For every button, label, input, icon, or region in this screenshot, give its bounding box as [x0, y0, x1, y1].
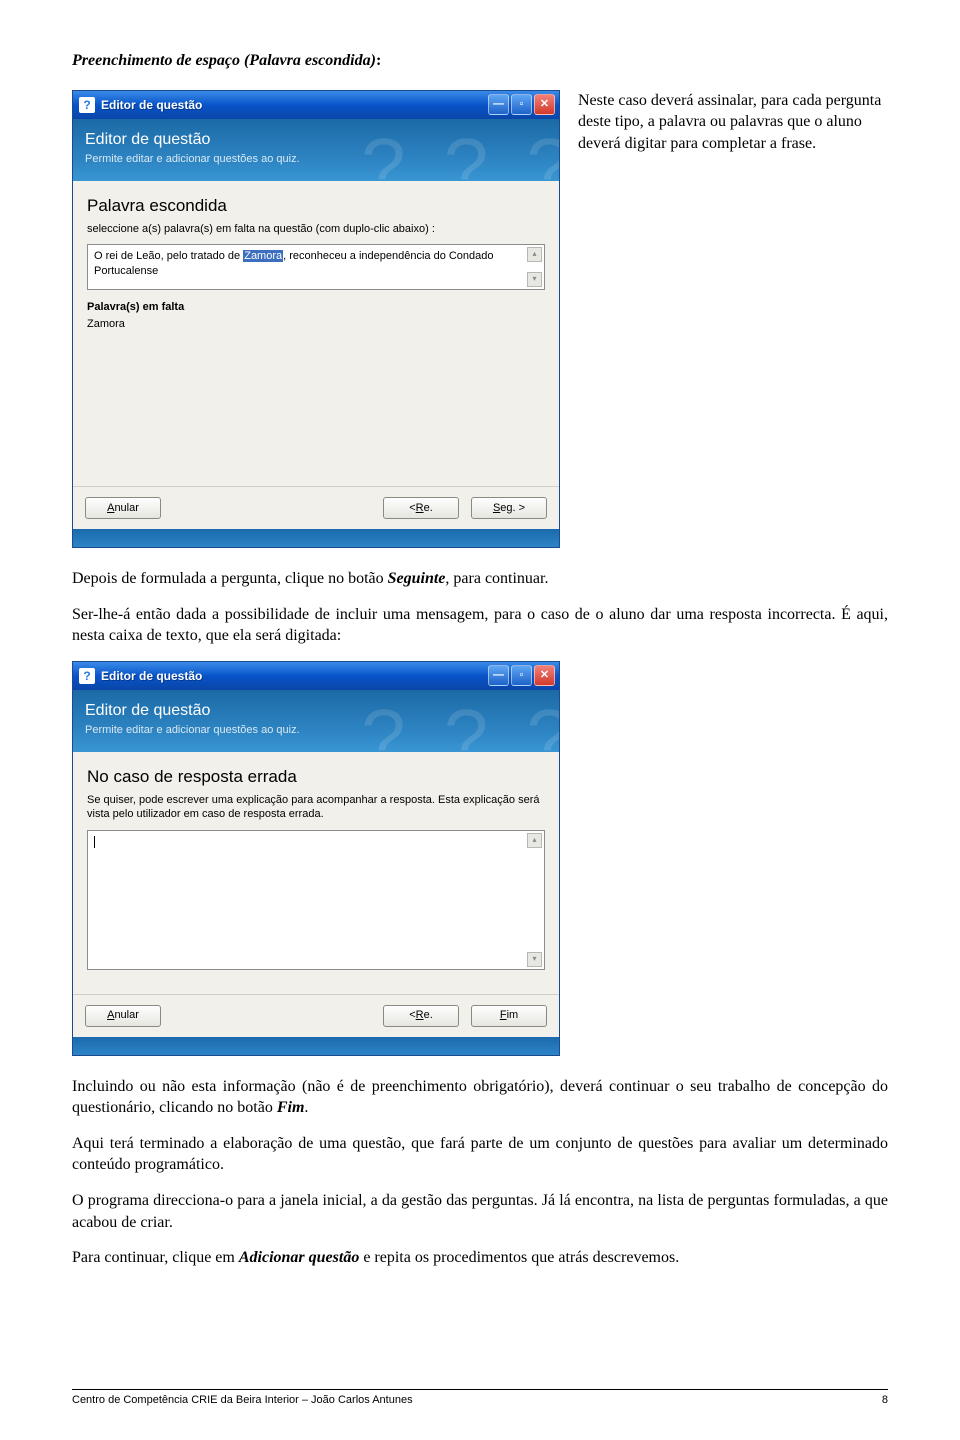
re-button[interactable]: < Re. [383, 497, 459, 519]
help-icon: ? [79, 668, 95, 684]
dialog1-titlebar[interactable]: ? Editor de questão — ▫ ✕ [73, 91, 559, 119]
intro-caption: Neste caso deverá assinalar, para cada p… [578, 90, 888, 155]
fim-emphasis: Fim [277, 1099, 305, 1116]
dialog2-heading: No caso de resposta errada [87, 766, 545, 789]
missing-words-label: Palavra(s) em falta [87, 300, 545, 315]
paragraph-after-win2-1: Incluindo ou não esta informação (não é … [72, 1076, 888, 1119]
close-button[interactable]: ✕ [534, 665, 555, 686]
question-text-highlight: Zamora [243, 250, 283, 262]
dialog1-title: Editor de questão [101, 97, 488, 113]
dialog2-banner-sub: Permite editar e adicionar questões ao q… [85, 723, 547, 738]
dialog2-title: Editor de questão [101, 668, 488, 684]
dialog2-titlebar[interactable]: ? Editor de questão — ▫ ✕ [73, 662, 559, 690]
dialog1-heading: Palavra escondida [87, 195, 545, 218]
question-text-pre: O rei de Leão, pelo tratado de [94, 250, 243, 262]
anular-button[interactable]: Anular [85, 1005, 161, 1027]
missing-words-value: Zamora [87, 317, 545, 332]
section-title-colon: : [376, 52, 381, 69]
paragraph-after-win1-2: Ser-lhe-á então dada a possibilidade de … [72, 604, 888, 647]
minimize-button[interactable]: — [488, 665, 509, 686]
page-footer: Centro de Competência CRIE da Beira Inte… [72, 1389, 888, 1408]
help-icon: ? [79, 97, 95, 113]
dialog1-instruction: seleccione a(s) palavra(s) em falta na q… [87, 222, 545, 236]
scrollbar[interactable]: ▴ ▾ [527, 833, 542, 967]
dialog-editor-questao-2: ? Editor de questão — ▫ ✕ Editor de ques… [72, 661, 560, 1056]
question-text-input[interactable]: O rei de Leão, pelo tratado de Zamora, r… [87, 244, 545, 290]
close-button[interactable]: ✕ [534, 94, 555, 115]
adicionar-questao-emphasis: Adicionar questão [239, 1249, 359, 1266]
seg-button[interactable]: Seg. > [471, 497, 547, 519]
re-button[interactable]: < Re. [383, 1005, 459, 1027]
paragraph-after-win2-2: Aqui terá terminado a elaboração de uma … [72, 1133, 888, 1176]
scroll-down-icon[interactable]: ▾ [527, 272, 542, 287]
scroll-up-icon[interactable]: ▴ [527, 833, 542, 848]
paragraph-after-win2-3: O programa direcciona-o para a janela in… [72, 1190, 888, 1233]
maximize-button[interactable]: ▫ [511, 665, 532, 686]
dialog2-button-row: Anular < Re. Fim [73, 994, 559, 1037]
dialog2-bottom-stripe [73, 1037, 559, 1055]
paragraph-after-win2-4: Para continuar, clique em Adicionar ques… [72, 1247, 888, 1269]
section-title: Preenchimento de espaço (Palavra escondi… [72, 50, 888, 72]
scroll-up-icon[interactable]: ▴ [527, 247, 542, 262]
dialog1-bottom-stripe [73, 529, 559, 547]
text-caret [94, 836, 95, 848]
anular-button[interactable]: Anular [85, 497, 161, 519]
fim-button[interactable]: Fim [471, 1005, 547, 1027]
page-number: 8 [882, 1393, 888, 1408]
dialog1-button-row: Anular < Re. Seg. > [73, 486, 559, 529]
maximize-button[interactable]: ▫ [511, 94, 532, 115]
explanation-text-input[interactable]: ▴ ▾ [87, 830, 545, 970]
dialog2-instruction: Se quiser, pode escrever uma explicação … [87, 793, 545, 822]
footer-left: Centro de Competência CRIE da Beira Inte… [72, 1393, 413, 1408]
dialog1-banner: Editor de questão Permite editar e adici… [73, 119, 559, 181]
dialog1-banner-sub: Permite editar e adicionar questões ao q… [85, 152, 547, 167]
dialog2-banner: Editor de questão Permite editar e adici… [73, 690, 559, 752]
scroll-down-icon[interactable]: ▾ [527, 952, 542, 967]
seguinte-emphasis: Seguinte [388, 570, 446, 587]
dialog1-banner-title: Editor de questão [85, 129, 547, 151]
dialog-editor-questao-1: ? Editor de questão — ▫ ✕ Editor de ques… [72, 90, 560, 548]
section-title-text: Preenchimento de espaço (Palavra escondi… [72, 52, 376, 69]
dialog2-banner-title: Editor de questão [85, 700, 547, 722]
scrollbar[interactable]: ▴ ▾ [527, 247, 542, 287]
minimize-button[interactable]: — [488, 94, 509, 115]
paragraph-after-win1-1: Depois de formulada a pergunta, clique n… [72, 568, 888, 590]
